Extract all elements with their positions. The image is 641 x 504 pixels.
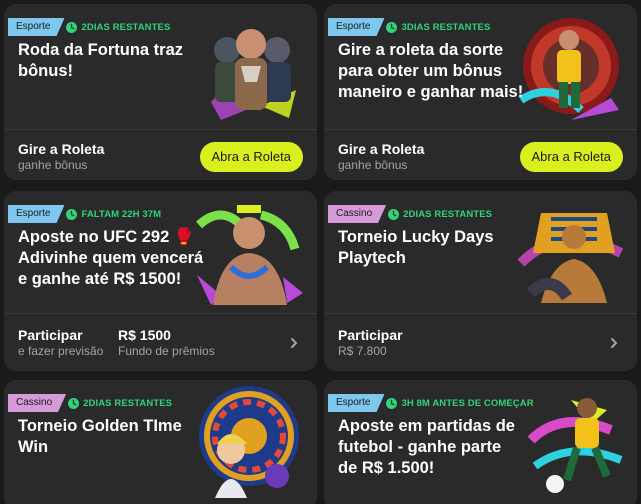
promo-card-golden-time-win[interactable]: Cassino 2DIAS RESTANTES Torneio Golden T…: [4, 380, 317, 504]
clock-icon: [386, 21, 398, 33]
footer-sub: ganhe bônus: [338, 158, 408, 172]
card-title-line: Torneio Lucky Days: [338, 228, 494, 246]
footer-label: Participar: [338, 327, 403, 343]
divider: [324, 313, 637, 314]
pharaoh-image: [517, 213, 624, 303]
card-title-line: Playtech: [338, 249, 406, 267]
card-title-line: Adivinhe quem vencerá: [18, 249, 204, 267]
chevron-right-icon[interactable]: [607, 336, 621, 350]
clock-icon: [66, 21, 78, 33]
timer-badge: FALTAM 22H 37M: [66, 208, 162, 220]
wheel-girl-image: [199, 386, 299, 498]
category-tag: Cassino: [8, 394, 67, 412]
card-title-line: e ganhe até R$ 1500!: [18, 270, 182, 288]
card-title-line: Aposte em partidas de: [338, 417, 515, 435]
timer-text: 3H 8M ANTES DE COMEÇAR: [401, 397, 534, 409]
open-roulette-button[interactable]: Abra a Roleta: [519, 142, 623, 172]
open-roulette-button[interactable]: Abra a Roleta: [199, 142, 303, 172]
tag-row: Cassino 2DIAS RESTANTES: [8, 394, 172, 412]
divider: [4, 313, 317, 314]
footer-label: Participar: [18, 327, 83, 343]
clock-icon: [66, 208, 78, 220]
promo-card-lucky-days[interactable]: Cassino 2DIAS RESTANTES Torneio Lucky Da…: [324, 191, 637, 371]
clock-icon: [388, 208, 400, 220]
timer-badge: 3DIAS RESTANTES: [386, 21, 491, 33]
category-tag: Esporte: [8, 18, 65, 36]
card-title: Torneio Lucky Days Playtech: [338, 227, 494, 269]
card-title: Torneio Golden TIme Win: [18, 416, 182, 458]
prize-value: R$ 1500: [118, 327, 171, 343]
card-title-line: para obter um bônus: [338, 62, 503, 80]
footer-label: Gire a Roleta: [18, 141, 105, 157]
card-title: Aposte no UFC 292 🥊 Adivinhe quem vencer…: [18, 227, 203, 290]
tag-row: Cassino 2DIAS RESTANTES: [328, 205, 492, 223]
football-player-roulette-image: [518, 18, 619, 120]
timer-text: 3DIAS RESTANTES: [401, 21, 491, 33]
divider: [4, 129, 317, 130]
footer-label: Gire a Roleta: [338, 141, 425, 157]
promo-card-roleta-da-sorte[interactable]: Esporte 3DIAS RESTANTES Gire a roleta da…: [324, 4, 637, 180]
card-title-line: Win: [18, 438, 49, 456]
card-title-line: Gire a roleta da sorte: [338, 41, 504, 59]
footer-sub: ganhe bônus: [18, 158, 88, 172]
card-title-line: de R$ 1.500!: [338, 459, 435, 477]
category-tag: Esporte: [328, 394, 385, 412]
timer-text: 2DIAS RESTANTES: [83, 397, 173, 409]
timer-badge: 2DIAS RESTANTES: [66, 21, 171, 33]
timer-badge: 2DIAS RESTANTES: [68, 397, 173, 409]
tag-row: Esporte 3DIAS RESTANTES: [328, 18, 490, 36]
tag-row: Esporte FALTAM 22H 37M: [8, 205, 161, 223]
timer-text: 2DIAS RESTANTES: [81, 21, 171, 33]
footer-sub: e fazer previsão: [18, 344, 104, 358]
promo-card-roda-da-fortuna[interactable]: Esporte 2DIAS RESTANTES Roda da Fortuna …: [4, 4, 317, 180]
timer-badge: 3H 8M ANTES DE COMEÇAR: [386, 397, 534, 409]
clock-icon: [68, 397, 80, 409]
chevron-right-icon[interactable]: [287, 336, 301, 350]
clock-icon: [386, 397, 398, 409]
ufc-fighter-image: [195, 205, 303, 305]
card-title-line: futebol - ganhe parte: [338, 438, 502, 456]
card-title: Roda da Fortuna traz bônus!: [18, 40, 183, 82]
card-title-line: Aposte no UFC 292 🥊: [18, 228, 195, 246]
promo-card-partidas-futebol[interactable]: Esporte 3H 8M ANTES DE COMEÇAR Aposte em…: [324, 380, 637, 504]
card-title-line: Roda da Fortuna traz: [18, 41, 184, 59]
card-title: Gire a roleta da sorte para obter um bôn…: [338, 40, 523, 103]
promo-card-ufc-292[interactable]: Esporte FALTAM 22H 37M Aposte no UFC 292…: [4, 191, 317, 371]
tag-row: Esporte 3H 8M ANTES DE COMEÇAR: [328, 394, 534, 412]
card-title-line: bônus!: [18, 62, 73, 80]
category-tag: Esporte: [328, 18, 385, 36]
timer-badge: 2DIAS RESTANTES: [388, 208, 493, 220]
card-title: Aposte em partidas de futebol - ganhe pa…: [338, 416, 515, 479]
prize-amount: R$ 7.800: [338, 344, 387, 358]
timer-text: 2DIAS RESTANTES: [403, 208, 493, 220]
timer-text: FALTAM 22H 37M: [81, 208, 162, 220]
divider: [324, 129, 637, 130]
soldiers-artwork-image: [211, 29, 296, 120]
card-title-line: maneiro e ganhar mais!: [338, 83, 524, 101]
category-tag: Esporte: [8, 205, 65, 223]
prize-label: Fundo de prêmios: [118, 344, 215, 358]
card-title-line: Torneio Golden TIme: [18, 417, 182, 435]
category-tag: Cassino: [328, 205, 387, 223]
tag-row: Esporte 2DIAS RESTANTES: [8, 18, 170, 36]
